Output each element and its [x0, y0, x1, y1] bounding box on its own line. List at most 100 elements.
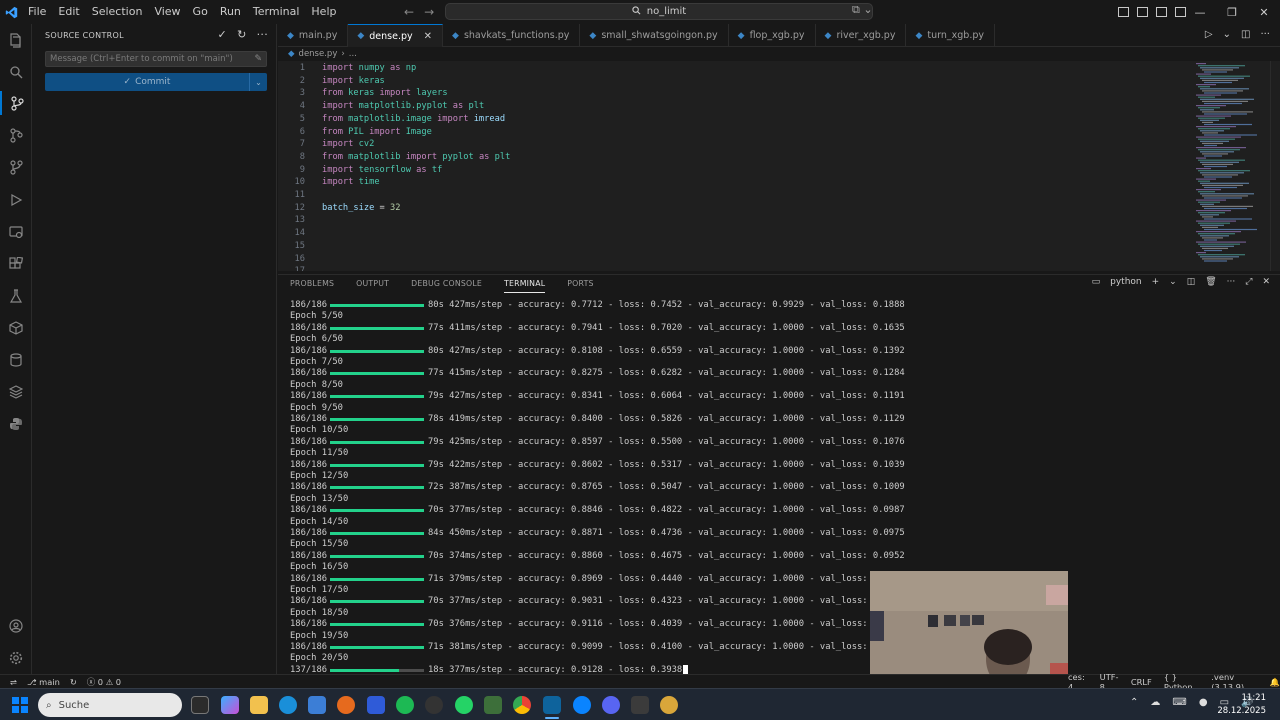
menu-go[interactable]: Go	[187, 0, 214, 24]
account-icon[interactable]	[0, 614, 32, 638]
explorer-icon[interactable]	[0, 28, 32, 52]
spotify-icon[interactable]	[396, 696, 414, 714]
restore-icon[interactable]: ❐	[1216, 0, 1248, 24]
menu-selection[interactable]: Selection	[86, 0, 149, 24]
minimap[interactable]	[1190, 61, 1270, 271]
close-panel-icon[interactable]: ✕	[1262, 277, 1270, 287]
command-center-search[interactable]: no_limit	[445, 3, 873, 20]
taskbar-clock[interactable]: 11:21 28.12.2025	[1217, 692, 1266, 718]
terminal-app-icon[interactable]	[631, 696, 649, 714]
split-terminal-icon[interactable]: ◫	[1187, 277, 1196, 287]
terminal-dropdown-icon[interactable]: ⌄	[1169, 277, 1177, 287]
vscode-taskbar-icon[interactable]	[543, 696, 561, 714]
menu-terminal[interactable]: Terminal	[247, 0, 306, 24]
remote-explorer-icon[interactable]	[0, 220, 32, 244]
commit-check-icon[interactable]: ✓	[218, 28, 228, 41]
menu-help[interactable]: Help	[305, 0, 342, 24]
commit-message-input[interactable]: Message (Ctrl+Enter to commit on "main")…	[45, 51, 267, 67]
refresh-icon[interactable]: ↻	[237, 28, 247, 41]
panel-tab-ports[interactable]: PORTS	[567, 275, 593, 293]
taskbar-search[interactable]: ⌕ Suche	[38, 693, 182, 717]
panel-tab-problems[interactable]: PROBLEMS	[290, 275, 334, 293]
testing-icon[interactable]	[0, 284, 32, 308]
file-explorer-icon[interactable]	[250, 696, 268, 714]
tab-river_xgb-py[interactable]: ◆ river_xgb.py	[816, 24, 907, 47]
windows-start-icon[interactable]	[12, 697, 28, 713]
remote-indicator-icon[interactable]: ⇌	[10, 677, 17, 687]
toggle-panel-icon[interactable]	[1156, 7, 1167, 17]
menu-view[interactable]: View	[148, 0, 186, 24]
whatsapp-icon[interactable]	[455, 696, 473, 714]
close-window-icon[interactable]: ✕	[1248, 0, 1280, 24]
problems-indicator[interactable]: ⓧ 0 ⚠ 0	[87, 676, 121, 688]
panel-tab-debug-console[interactable]: DEBUG CONSOLE	[411, 275, 482, 293]
tab-flop_xgb-py[interactable]: ◆ flop_xgb.py	[729, 24, 816, 47]
more-actions-icon[interactable]: ···	[1260, 29, 1270, 40]
layout-icon[interactable]	[1118, 7, 1129, 17]
cloud-icon[interactable]: ☁	[1150, 697, 1160, 708]
menu-file[interactable]: File	[22, 0, 52, 24]
run-dropdown-icon[interactable]: ⌄	[1223, 29, 1231, 40]
panel-tab-output[interactable]: OUTPUT	[356, 275, 389, 293]
more-icon[interactable]: ···	[1227, 277, 1236, 287]
github-app-icon[interactable]	[425, 696, 443, 714]
task-view-icon[interactable]	[191, 696, 209, 714]
network-icon[interactable]: ⌨	[1172, 697, 1186, 708]
search-icon[interactable]	[0, 60, 32, 84]
more-actions-icon[interactable]: ···	[257, 28, 268, 41]
breadcrumb-file[interactable]: dense.py	[299, 49, 338, 59]
menu-run[interactable]: Run	[214, 0, 247, 24]
commit-dropdown-chevron-icon[interactable]: ⌄	[249, 73, 267, 91]
terminal-shell-label[interactable]: python	[1110, 277, 1141, 287]
split-editor-icon[interactable]: ◫	[1241, 29, 1250, 40]
containers-icon[interactable]	[0, 316, 32, 340]
database-icon[interactable]	[0, 348, 32, 372]
sync-icon[interactable]: ↻	[70, 677, 77, 687]
forward-arrow-icon[interactable]: →	[424, 5, 434, 19]
tab-main-py[interactable]: ◆ main.py	[278, 24, 349, 47]
menu-edit[interactable]: Edit	[52, 0, 85, 24]
editor-scrollbar[interactable]	[1270, 61, 1280, 271]
maximize-panel-icon[interactable]: ⤢	[1245, 277, 1252, 287]
close-tab-icon[interactable]: ✕	[424, 31, 432, 42]
git-graph-icon[interactable]	[0, 123, 32, 147]
run-and-debug-icon[interactable]	[0, 188, 32, 212]
toggle-sidebar-icon[interactable]	[1137, 7, 1148, 17]
copilot-app-icon[interactable]	[221, 696, 239, 714]
tab-turn_xgb-py[interactable]: ◆ turn_xgb.py	[906, 24, 996, 47]
code-editor[interactable]: 1 import numpy as np 2 import keras 3 from ke…	[278, 61, 1190, 271]
eol-indicator[interactable]: CRLF	[1131, 677, 1152, 687]
edge-browser-icon[interactable]	[279, 696, 297, 714]
python-icon[interactable]	[0, 412, 32, 436]
notifications-bell-icon[interactable]: 🔔	[1270, 677, 1280, 688]
copilot-icon[interactable]: ⧉ ⌄	[852, 3, 873, 17]
chrome-icon[interactable]	[513, 696, 531, 714]
discord-icon[interactable]	[602, 696, 620, 714]
messenger-app-icon[interactable]	[573, 696, 591, 714]
minimize-icon[interactable]: —	[1184, 0, 1216, 24]
poker-app-icon[interactable]	[660, 696, 678, 714]
extensions-icon[interactable]	[0, 252, 32, 276]
breadcrumb-rest[interactable]: ...	[349, 49, 357, 59]
tab-shavkats_functions-py[interactable]: ◆ shavkats_functions.py	[443, 24, 581, 47]
tab-dense-py[interactable]: ◆ dense.py ✕	[348, 24, 444, 47]
tray-chevron-icon[interactable]: ⌃	[1130, 697, 1138, 708]
store-app-icon[interactable]	[308, 696, 326, 714]
commit-button[interactable]: ✓ Commit ⌄	[45, 73, 267, 91]
new-terminal-icon[interactable]: +	[1152, 277, 1160, 287]
firefox-icon[interactable]	[337, 696, 355, 714]
run-file-icon[interactable]: ▷	[1205, 29, 1213, 40]
back-arrow-icon[interactable]: ←	[404, 5, 414, 19]
kill-terminal-icon[interactable]: 🗑	[1205, 277, 1216, 287]
branch-indicator[interactable]: ⎇ main	[27, 677, 60, 687]
sparkle-pen-icon[interactable]: ✎	[254, 52, 262, 66]
spreadsheet-app-icon[interactable]	[484, 696, 502, 714]
azure-app-icon[interactable]	[367, 696, 385, 714]
microphone-icon[interactable]: ●	[1199, 697, 1208, 708]
layers-icon[interactable]	[0, 380, 32, 404]
settings-gear-icon[interactable]	[0, 646, 32, 670]
panel-tab-terminal[interactable]: TERMINAL	[504, 275, 546, 293]
tab-small_shwatsgoingon-py[interactable]: ◆ small_shwatsgoingon.py	[580, 24, 729, 47]
source-control-graph-icon[interactable]	[0, 155, 32, 179]
source-control-icon[interactable]	[0, 91, 32, 115]
